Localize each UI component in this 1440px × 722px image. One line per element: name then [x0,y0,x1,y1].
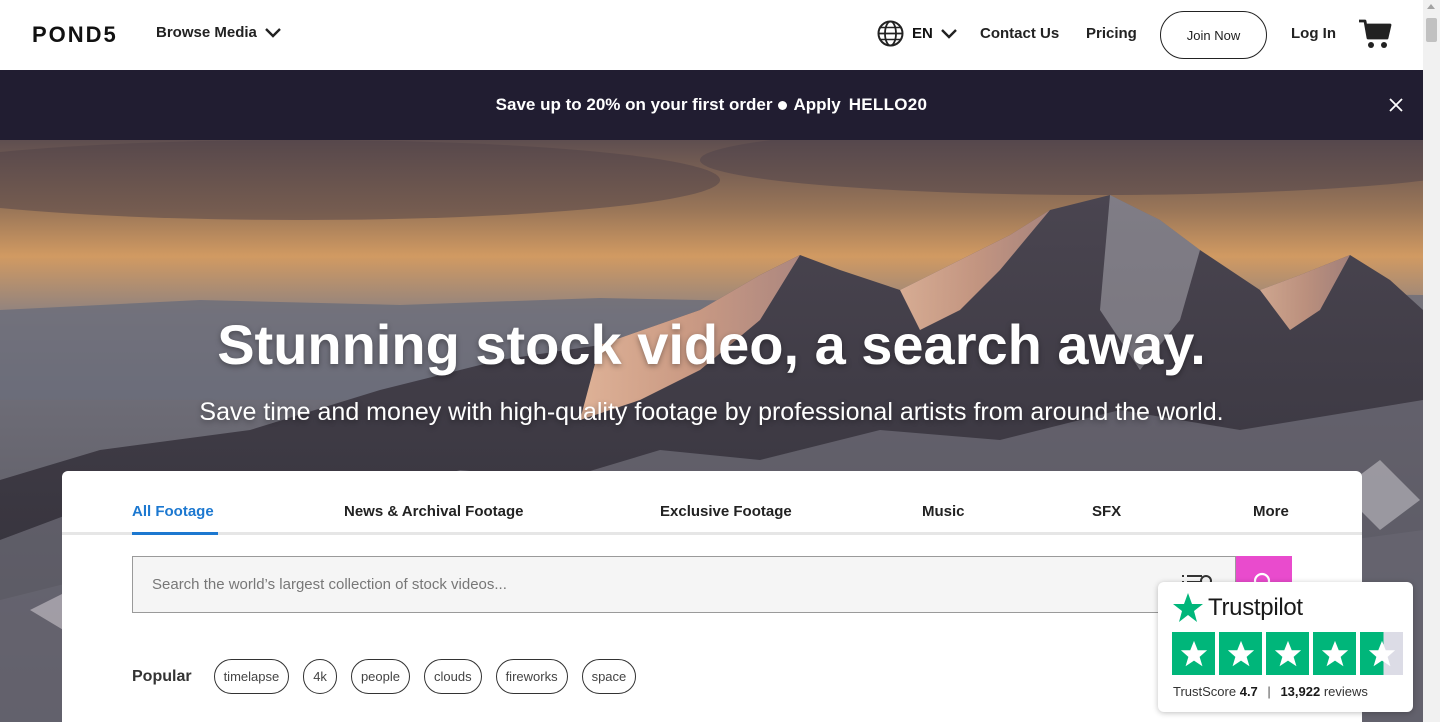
trustscore-separator: | [1267,684,1271,699]
chevron-down-icon [940,28,957,39]
site-header: POND5 Browse Media EN Contact Us Pricing… [0,0,1423,70]
cart-icon [1359,19,1392,48]
close-icon [1389,98,1403,112]
trustpilot-brand: Trustpilot [1208,594,1303,621]
reviews-label: reviews [1323,684,1368,699]
page-scrollbar[interactable] [1423,0,1440,722]
trustpilot-widget[interactable]: Trustpilot TrustScore 4.7 | 13,922 revie… [1158,582,1413,712]
tab-all-footage[interactable]: All Footage [132,503,214,520]
tab-news-archival-footage[interactable]: News & Archival Footage [344,503,524,520]
active-tab-indicator [132,532,218,535]
rating-star-icon [1219,632,1262,675]
join-now-button[interactable]: Join Now [1160,11,1267,59]
trustscore-label: TrustScore [1173,684,1237,699]
popular-tag-4k[interactable]: 4k [303,659,337,694]
browse-media-label: Browse Media [156,24,257,41]
cart-button[interactable] [1358,18,1392,55]
rating-star-partial-icon [1360,632,1403,675]
contact-us-link[interactable]: Contact Us [980,25,1059,42]
trustscore-value: 4.7 [1239,684,1258,699]
tab-sfx[interactable]: SFX [1092,503,1121,520]
search-input[interactable] [133,557,1235,612]
trustpilot-logo: Trustpilot [1172,592,1303,624]
promo-banner: Save up to 20% on your first order Apply… [0,70,1423,140]
trustpilot-star-icon [1173,593,1203,622]
media-tabs: All Footage News & Archival Footage Excl… [62,471,1362,535]
scroll-thumb[interactable] [1426,18,1437,42]
globe-icon [877,20,904,47]
popular-searches: Popular timelapse 4k people clouds firew… [132,659,637,694]
tab-exclusive-footage[interactable]: Exclusive Footage [660,503,792,520]
language-selector[interactable]: EN [877,20,957,47]
trustpilot-score: TrustScore 4.7 | 13,922 reviews [1173,684,1368,699]
language-label: EN [912,25,933,42]
rating-star-icon [1266,632,1309,675]
popular-tag-clouds[interactable]: clouds [423,659,482,694]
popular-tag-people[interactable]: people [350,659,410,694]
popular-tag-timelapse[interactable]: timelapse [213,659,290,694]
pond5-logo[interactable]: POND5 [32,22,118,48]
hero-title: Stunning stock video, a search away. [217,313,1206,376]
rating-star-icon [1172,632,1215,675]
trustpilot-rating-stars [1172,632,1403,675]
popular-tag-fireworks[interactable]: fireworks [495,659,568,694]
tab-music[interactable]: Music [922,503,965,520]
pricing-link[interactable]: Pricing [1086,25,1137,42]
log-in-link[interactable]: Log In [1291,25,1336,42]
popular-label: Popular [132,667,192,685]
search-box [132,556,1236,613]
promo-apply-label: Apply [793,95,841,114]
close-banner-button[interactable] [1388,97,1404,118]
chevron-down-icon [265,27,281,38]
promo-code: HELLO20 [848,95,928,114]
scroll-up-arrow-icon[interactable] [1427,4,1435,9]
promo-text: Save up to 20% on your first order [495,95,773,114]
browse-media-menu[interactable]: Browse Media [156,24,281,41]
hero-subtitle: Save time and money with high-quality fo… [199,398,1224,426]
tab-more[interactable]: More [1253,503,1289,520]
rating-star-icon [1313,632,1356,675]
reviews-count: 13,922 [1280,684,1321,699]
popular-tag-space[interactable]: space [581,659,637,694]
bullet-dot [778,100,788,110]
